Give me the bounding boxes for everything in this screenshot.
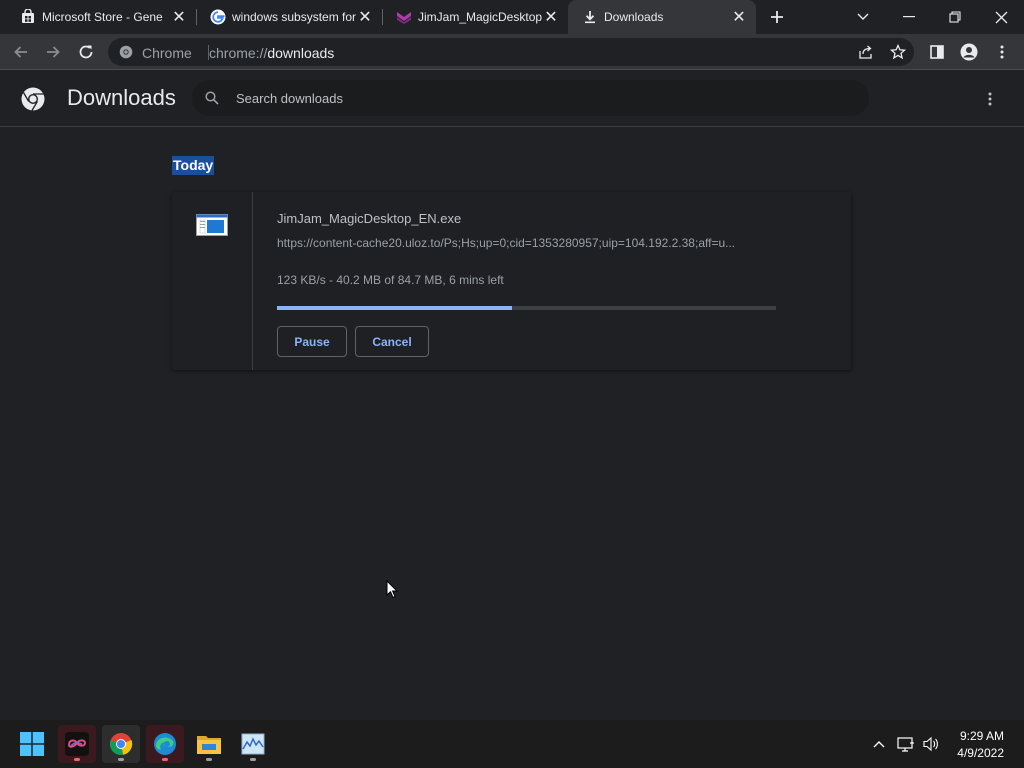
progress-fill [277,306,512,310]
taskbar-creative-cloud[interactable] [58,725,96,763]
windows-logo-icon [20,732,44,756]
search-icon [205,91,219,105]
page-title: Downloads [67,85,176,110]
close-tab-icon[interactable]: ✕ [356,8,374,26]
jimjam-icon [397,12,411,24]
forward-button[interactable] [42,41,64,63]
url-host: downloads [267,45,335,61]
volume-button[interactable] [921,734,941,754]
share-icon[interactable] [858,45,873,60]
close-window-button[interactable] [990,6,1012,28]
side-panel-icon [930,45,944,59]
restore-button[interactable] [944,6,966,28]
creative-cloud-icon [65,732,89,756]
close-tab-icon[interactable]: ✕ [542,8,560,26]
start-button[interactable] [13,725,51,763]
arrow-right-icon [47,46,60,58]
tab-title: Microsoft Store - Gene [42,10,163,24]
taskbar-edge[interactable] [146,725,184,763]
minimize-button[interactable] [898,6,920,28]
running-indicator [118,758,124,761]
url-text: chrome://downloads [209,45,334,61]
google-icon [210,9,226,25]
minimize-icon [903,16,915,18]
arrow-left-icon [14,46,27,58]
tab-microsoft-store[interactable]: Microsoft Store - Gene ✕ [6,0,196,34]
chevron-up-icon [873,741,885,748]
taskbar-resource-monitor[interactable] [234,725,272,763]
tab-windows-subsystem[interactable]: windows subsystem for ✕ [196,0,382,34]
store-icon [22,9,34,23]
avatar-icon [960,43,978,61]
close-tab-icon[interactable]: ✕ [730,8,748,26]
file-name[interactable]: JimJam_MagicDesktop_EN.exe [277,211,461,226]
tab-title: windows subsystem for [232,10,357,24]
side-panel-button[interactable] [926,41,948,63]
exe-file-icon [196,214,228,236]
download-icon [585,11,595,24]
downloads-header: Downloads [0,70,1024,127]
profile-button[interactable] [958,41,980,63]
chrome-icon [109,733,133,755]
reload-button[interactable] [75,41,97,63]
running-indicator [74,758,80,761]
tab-title: Downloads [604,10,664,24]
progress-bar [277,306,776,310]
downloads-menu-button[interactable] [982,88,998,110]
plus-icon [771,11,783,23]
mouse-cursor-icon [386,580,398,599]
edge-icon [154,733,176,755]
chrome-icon [119,45,133,59]
folder-icon [197,736,221,754]
network-button[interactable] [896,734,916,754]
chevron-down-icon [857,13,869,20]
url-scheme: chrome:// [209,45,268,61]
file-url[interactable]: https://content-cache20.uloz.to/Ps;Hs;up… [277,236,777,250]
pause-button[interactable]: Pause [277,326,347,357]
card-divider [252,192,253,370]
clock-time[interactable]: 9:29 AM [960,729,1004,743]
running-indicator [206,758,212,761]
bookmark-star-icon[interactable] [890,44,906,60]
search-box[interactable] [192,80,869,116]
download-item: JimJam_MagicDesktop_EN.exe https://conte… [172,192,851,370]
show-hidden-icons-button[interactable] [869,734,889,754]
reload-icon [79,45,93,59]
cancel-button[interactable]: Cancel [355,326,429,357]
taskbar-file-explorer[interactable] [190,725,228,763]
running-indicator [162,758,168,761]
close-icon [995,11,1007,23]
tab-title: JimJam_MagicDesktop [418,10,543,24]
chrome-logo-icon [21,87,45,111]
volume-icon [923,736,938,752]
browser-toolbar: Chrome chrome://downloads [0,34,1024,70]
network-icon [897,737,914,752]
more-vert-icon [988,92,992,106]
tab-jimjam[interactable]: JimJam_MagicDesktop ✕ [382,0,568,34]
taskbar-chrome[interactable] [102,725,140,763]
restore-icon [949,11,961,23]
more-vert-icon [1000,45,1004,59]
back-button[interactable] [10,41,32,63]
tab-downloads[interactable]: Downloads ✕ [568,0,756,34]
chrome-menu-button[interactable] [991,41,1013,63]
clock-date[interactable]: 4/9/2022 [957,746,1004,760]
tab-search-button[interactable] [852,6,874,28]
new-tab-button[interactable] [766,6,788,28]
taskbar: 9:29 AM 4/9/2022 [0,720,1024,768]
close-tab-icon[interactable]: ✕ [170,8,188,26]
site-chip: Chrome [142,45,192,61]
address-bar[interactable]: Chrome chrome://downloads [108,38,914,66]
resource-monitor-icon [241,733,265,755]
date-heading: Today [172,156,215,175]
running-indicator [250,758,256,761]
tab-strip: Microsoft Store - Gene ✕ windows subsyst… [0,0,1024,34]
search-input[interactable] [236,88,836,108]
download-status: 123 KB/s - 40.2 MB of 84.7 MB, 6 mins le… [277,273,504,287]
